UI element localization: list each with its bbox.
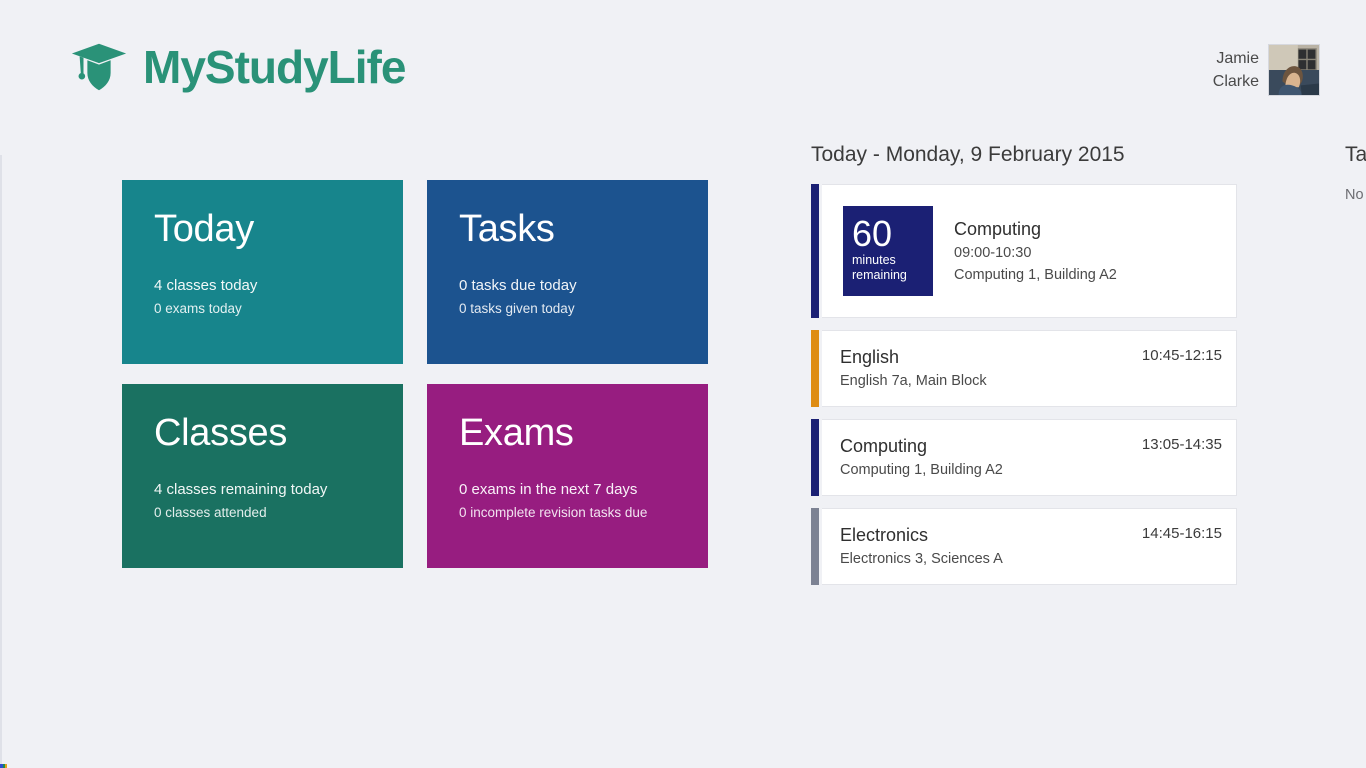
event-info: Electronics Electronics 3, Sciences A <box>840 523 1132 570</box>
brand-name: MyStudyLife <box>143 41 406 93</box>
tile-tasks-line1: 0 tasks due today <box>459 277 577 294</box>
event-location: Computing 1, Building A2 <box>954 266 1117 283</box>
tile-tasks-line2: 0 tasks given today <box>459 301 575 316</box>
today-schedule-panel: Today - Monday, 9 February 2015 60 minut… <box>811 140 1237 597</box>
event-color-bar <box>811 330 819 407</box>
tile-today-line1: 4 classes today <box>154 277 258 294</box>
schedule-event-computing-afternoon[interactable]: Computing Computing 1, Building A2 13:05… <box>811 419 1237 496</box>
event-color-bar <box>811 508 819 585</box>
event-info: Computing 09:00-10:30 Computing 1, Build… <box>954 217 1222 286</box>
event-info: English English 7a, Main Block <box>840 345 1132 392</box>
avatar[interactable] <box>1268 44 1320 96</box>
event-location: Electronics 3, Sciences A <box>840 551 1003 567</box>
minutes-remaining-label-1: minutes <box>852 253 896 267</box>
brand-logo-group[interactable]: MyStudyLife <box>68 36 406 98</box>
tile-tasks[interactable]: Tasks 0 tasks due today 0 tasks given to… <box>427 180 708 364</box>
tile-exams-line2: 0 incomplete revision tasks due <box>459 505 648 520</box>
tasks-panel-partial: Tasks No tasks <box>1345 140 1366 206</box>
event-info: Computing Computing 1, Building A2 <box>840 434 1132 481</box>
event-name: English <box>840 347 900 367</box>
minutes-remaining-badge: 60 minutes remaining <box>843 206 933 296</box>
schedule-heading: Today - Monday, 9 February 2015 <box>811 143 1125 166</box>
user-first-name: Jamie <box>1216 50 1259 67</box>
left-edge-rail <box>0 155 7 768</box>
tile-today-line2: 0 exams today <box>154 301 242 316</box>
schedule-event-current[interactable]: 60 minutes remaining Computing 09:00-10:… <box>811 184 1237 318</box>
event-name: Computing <box>954 218 1042 239</box>
tasks-panel-heading: Tasks <box>1345 143 1366 166</box>
event-color-bar <box>811 419 819 496</box>
schedule-event-electronics[interactable]: Electronics Electronics 3, Sciences A 14… <box>811 508 1237 585</box>
event-body: English English 7a, Main Block 10:45-12:… <box>822 330 1237 407</box>
tile-classes-line1: 4 classes remaining today <box>154 481 328 498</box>
event-time: 14:45-16:15 <box>1141 525 1222 542</box>
rail-color-marker <box>0 764 7 768</box>
tile-today[interactable]: Today 4 classes today 0 exams today <box>122 180 403 364</box>
tile-classes-title: Classes <box>154 412 288 454</box>
app-header: MyStudyLife Jamie Clarke <box>0 0 1366 130</box>
user-last-name: Clarke <box>1212 73 1259 90</box>
minutes-remaining-number: 60 <box>852 213 893 254</box>
dashboard-tiles: Today 4 classes today 0 exams today Task… <box>122 180 708 568</box>
tile-classes-line2: 0 classes attended <box>154 505 267 520</box>
minutes-remaining-label-2: remaining <box>852 268 907 282</box>
event-body: Electronics Electronics 3, Sciences A 14… <box>822 508 1237 585</box>
tile-classes[interactable]: Classes 4 classes remaining today 0 clas… <box>122 384 403 568</box>
event-body: 60 minutes remaining Computing 09:00-10:… <box>822 184 1237 318</box>
event-color-bar <box>811 184 819 318</box>
event-location: Computing 1, Building A2 <box>840 462 1003 478</box>
tasks-panel-empty-text: No tasks <box>1345 187 1366 203</box>
tile-tasks-title: Tasks <box>459 208 555 250</box>
tile-exams-title: Exams <box>459 412 574 454</box>
tile-today-title: Today <box>154 208 254 250</box>
graduation-cap-shield-icon <box>71 43 127 91</box>
event-body: Computing Computing 1, Building A2 13:05… <box>822 419 1237 496</box>
event-name: Computing <box>840 436 928 456</box>
event-time: 13:05-14:35 <box>1141 436 1222 453</box>
event-time: 09:00-10:30 <box>954 244 1032 261</box>
tile-exams[interactable]: Exams 0 exams in the next 7 days 0 incom… <box>427 384 708 568</box>
event-time: 10:45-12:15 <box>1141 347 1222 364</box>
schedule-event-english[interactable]: English English 7a, Main Block 10:45-12:… <box>811 330 1237 407</box>
user-profile[interactable]: Jamie Clarke <box>1213 44 1320 96</box>
tile-exams-line1: 0 exams in the next 7 days <box>459 481 638 498</box>
user-name: Jamie Clarke <box>1213 47 1259 93</box>
event-location: English 7a, Main Block <box>840 373 987 389</box>
event-name: Electronics <box>840 525 929 545</box>
